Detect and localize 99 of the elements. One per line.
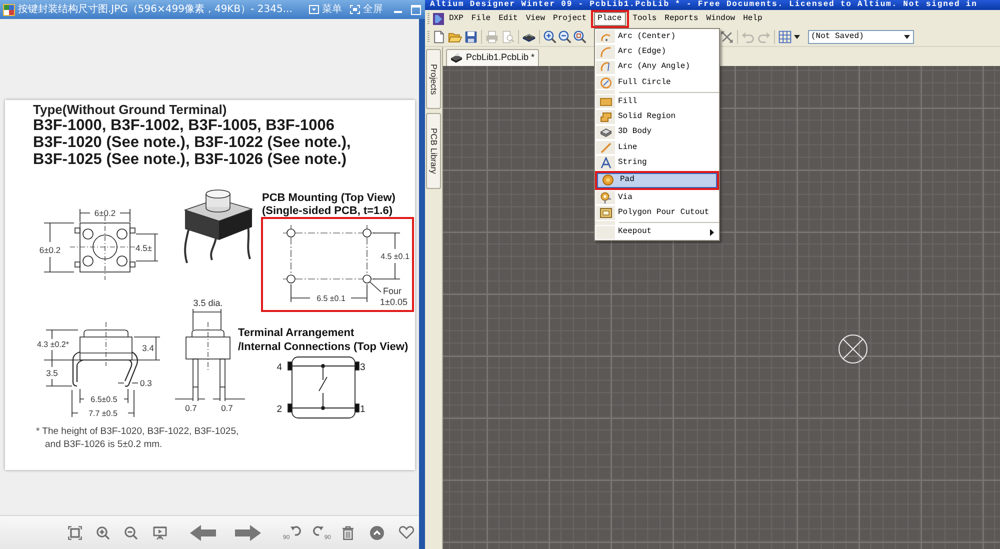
cross-arrows-icon[interactable] xyxy=(720,30,734,44)
dimension-label: 4.5 ±0.1 xyxy=(380,252,410,261)
save-icon[interactable] xyxy=(464,30,478,44)
snap-grid-combo[interactable]: (Not Saved) xyxy=(808,30,914,44)
dimension-label: 3.5 xyxy=(46,368,58,378)
up-circle-icon[interactable] xyxy=(370,526,384,540)
figure-subheading: (Single-sided PCB, t=1.6) xyxy=(262,205,392,217)
menu-item[interactable]: Fill xyxy=(595,94,719,110)
box-icon xyxy=(600,126,612,138)
viewer-app-icon xyxy=(3,4,15,16)
panel-tab[interactable]: Projects xyxy=(426,49,441,109)
zoom-in-icon[interactable] xyxy=(96,526,110,540)
trash-icon[interactable] xyxy=(342,526,354,540)
menu-item[interactable]: Place xyxy=(594,12,626,26)
menu-item[interactable]: DXP xyxy=(445,12,468,26)
document-heading: Type(Without Ground Terminal) xyxy=(33,102,228,117)
window-title: Altium Designer Winter 09 - PcbLib1.PcbLib * - Free Documents. Licensed to Altium. Not signed in xyxy=(430,0,978,10)
menu-item[interactable]: 3D Body xyxy=(595,124,719,140)
model-numbers: B3F-1020 (See note.), B3F-1022 (See note.), xyxy=(33,134,352,151)
panel-tab[interactable]: PCB Library xyxy=(426,113,441,189)
menu-item[interactable]: Project xyxy=(549,12,591,26)
dimension-label: 6.5±0.5 xyxy=(90,395,118,404)
menu-item[interactable]: Tools xyxy=(628,12,661,26)
polygon-shape-icon xyxy=(600,111,612,124)
dimension-label: 3.5 dia. xyxy=(193,298,223,308)
zoom-out-icon[interactable] xyxy=(124,526,138,540)
circle-icon xyxy=(600,76,612,89)
caret-icon xyxy=(904,35,910,39)
dimension-label: 0.7 xyxy=(221,403,233,413)
dimension-label: 4.3 ±0.2* xyxy=(37,340,69,349)
terminal-diagram-drawing xyxy=(288,356,360,418)
arc-icon xyxy=(600,61,612,74)
grid-icon[interactable] xyxy=(778,30,792,44)
disc-icon xyxy=(602,174,614,186)
pin-number: 1 xyxy=(360,404,366,415)
dimension-label: 3.4 xyxy=(142,343,154,353)
component-icon xyxy=(450,52,463,64)
open-folder-icon[interactable] xyxy=(448,30,462,44)
menu-item[interactable]: String xyxy=(595,155,719,171)
menu-item[interactable]: Arc (Edge) xyxy=(595,44,719,60)
app-logo-icon xyxy=(433,13,444,25)
dimension-label: 6±0.2 xyxy=(39,245,61,255)
caret-icon[interactable] xyxy=(794,35,800,39)
menu-item[interactable]: Full Circle xyxy=(595,74,719,90)
pin-number: 4 xyxy=(276,362,282,373)
menu-item[interactable]: Keepout xyxy=(595,224,719,240)
menu-icon xyxy=(309,5,319,14)
menu-item[interactable]: Reports xyxy=(660,12,702,26)
zoom-out-icon[interactable] xyxy=(558,30,572,44)
dimension-label: 7.7 ±0.5 xyxy=(88,409,118,418)
ring-icon xyxy=(600,192,612,204)
pin-number: 3 xyxy=(360,362,366,373)
left-arrow-icon[interactable] xyxy=(190,524,216,540)
heart-icon[interactable] xyxy=(399,526,414,539)
fullscreen-icon xyxy=(350,5,360,14)
dimension-label: 4.5± xyxy=(136,243,152,253)
maximize-icon[interactable] xyxy=(411,4,421,14)
zoom-in-icon[interactable] xyxy=(543,30,557,44)
new-document-icon[interactable] xyxy=(432,30,446,44)
menu-item[interactable]: Arc (Any Angle) xyxy=(595,60,719,75)
menu-item[interactable]: View xyxy=(522,12,550,26)
rotate-left-icon xyxy=(290,524,302,536)
leader-line xyxy=(370,282,382,292)
hole-note: Four 1±0.05 xyxy=(380,286,408,307)
menu-item[interactable]: Pad xyxy=(597,172,717,188)
pin-number: 2 xyxy=(276,404,282,415)
dimension-label: 6±0.2 xyxy=(94,208,116,218)
zoom-fit-icon[interactable] xyxy=(573,30,587,44)
figure-heading: PCB Mounting (Top View) xyxy=(262,192,396,204)
model-numbers: B3F-1025 (See note.), B3F-1026 (See note.) xyxy=(33,151,348,168)
origin-marker-icon xyxy=(838,334,868,364)
menu-item[interactable]: Via xyxy=(595,190,719,206)
menu-item[interactable]: Edit xyxy=(494,12,522,26)
menu-item[interactable]: Help xyxy=(739,12,766,26)
fit-to-window-icon[interactable] xyxy=(68,526,82,540)
window-title: 按键封装结构尺寸图.JPG（596×499像素，49KB）- 2345... xyxy=(18,4,292,16)
menu-item[interactable]: Solid Region xyxy=(595,109,719,125)
menu-item[interactable]: File xyxy=(467,12,495,26)
menu-item[interactable]: Window xyxy=(702,12,740,26)
footnote: * The height of B3F-1020, B3F-1022, B3F-1025, and B3F-1026 is 5±0.2 mm. xyxy=(36,425,240,451)
filled-rectangle-icon xyxy=(600,96,612,108)
dimension-label: 0.7 xyxy=(185,403,197,413)
dimension-label: 6.5 ±0.1 xyxy=(316,294,346,303)
menu-item[interactable]: Line xyxy=(595,140,719,156)
text-tool-icon xyxy=(600,157,612,170)
arc-icon xyxy=(600,46,612,58)
right-arrow-icon[interactable] xyxy=(235,524,261,540)
toolbar-grip[interactable] xyxy=(427,12,430,26)
model-numbers: B3F-1000, B3F-1002, B3F-1005, B3F-1006 xyxy=(33,117,336,134)
figure-heading: Terminal Arrangement /Internal Connections (Top View) xyxy=(238,327,408,353)
toolbar-grip[interactable] xyxy=(427,30,430,44)
rotate-right-icon xyxy=(312,524,324,536)
document-tab[interactable]: PcbLib1.PcbLib * xyxy=(446,49,539,66)
menu-item[interactable]: Polygon Pour Cutout xyxy=(595,205,719,221)
slideshow-icon[interactable] xyxy=(153,526,167,540)
line-icon xyxy=(600,142,612,154)
framed-tile-icon xyxy=(600,206,612,219)
dimension-label: 0.3 xyxy=(140,378,152,388)
menu-item[interactable]: Arc (Center) xyxy=(595,29,719,44)
